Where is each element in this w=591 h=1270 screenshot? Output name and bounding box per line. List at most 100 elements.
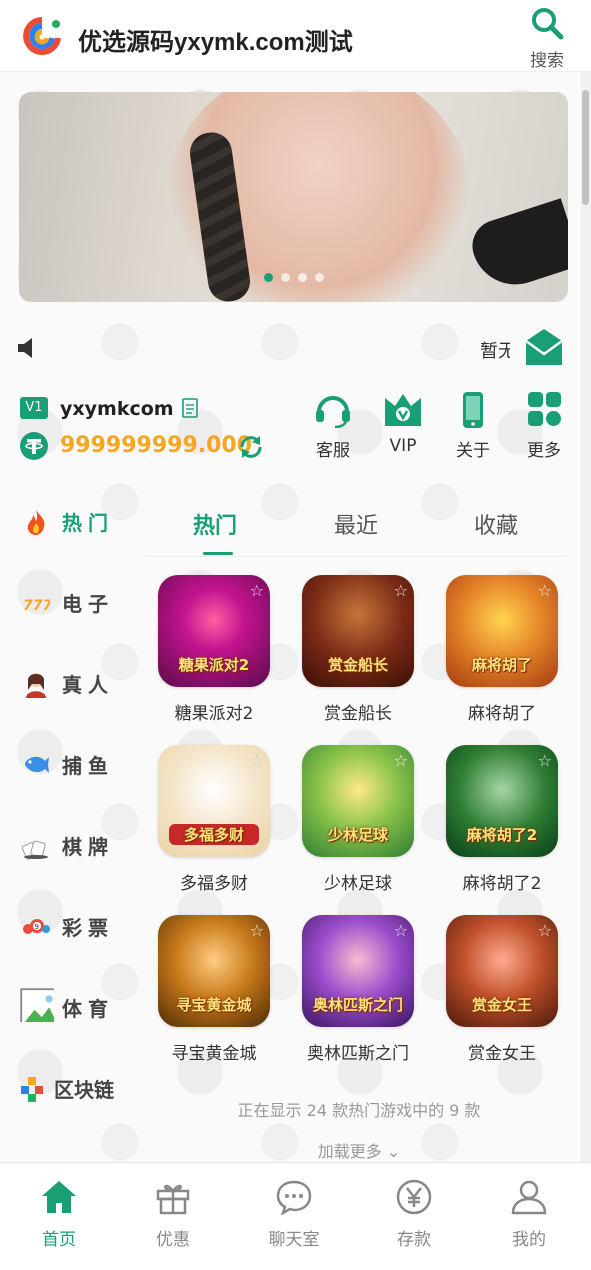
game-card[interactable]: ☆ 赏金船长 赏金船长 [298,575,418,735]
mail-icon[interactable] [524,327,564,367]
tab-divider [145,556,567,557]
search-button[interactable]: 搜索 [522,6,572,71]
category-label: 棋牌 [62,835,114,859]
game-name: 多福多财 [180,874,248,894]
favorite-star-icon[interactable]: ☆ [538,921,552,940]
slot-777-icon: 777 [23,598,50,614]
quick-link-more[interactable]: 更多 [514,392,574,461]
nav-label: 优惠 [156,1230,190,1250]
lottery-balls-icon: 9 [23,919,50,934]
quick-link-label: 客服 [316,441,350,461]
quick-link-vip[interactable]: VIP [373,392,433,456]
game-art-title: 赏金女王 [471,996,532,1014]
tether-coin-icon [20,432,48,460]
nav-label: 首页 [42,1230,76,1250]
nav-home[interactable]: 首页 [19,1179,99,1250]
nav-label: 存款 [397,1230,431,1250]
favorite-star-icon[interactable]: ☆ [538,581,552,600]
fire-icon [27,510,45,535]
refresh-icon[interactable] [238,434,264,460]
game-art-title: 赏金船长 [327,656,388,674]
game-name: 麻将胡了2 [462,874,542,894]
game-name: 赏金船长 [324,704,392,724]
search-icon [532,8,564,40]
copy-document-icon[interactable] [182,398,198,418]
notice-bar[interactable]: 暂无公告 [0,325,591,371]
tab-recent[interactable]: 最近 [334,508,378,540]
load-more-button[interactable]: 加载更多 ⌄ [0,1138,591,1162]
home-icon [42,1181,76,1213]
user-icon [511,1180,547,1215]
gift-icon [156,1184,190,1215]
cards-icon [22,840,48,860]
tab-favorites[interactable]: 收藏 [474,508,518,540]
game-icon: ☆ 奥林匹斯之门 [302,915,414,1027]
favorite-star-icon[interactable]: ☆ [538,751,552,770]
nav-label: 聊天室 [268,1230,320,1250]
game-card[interactable]: ☆ 麻将胡了2 麻将胡了2 [442,745,562,905]
headset-icon [316,396,350,429]
favorite-star-icon[interactable]: ☆ [394,921,408,940]
app-header: 优选源码yxymk.com测试 搜索 [0,0,591,72]
banner-dot[interactable] [297,273,307,282]
nav-deposit[interactable]: 存款 [374,1179,454,1250]
speaker-icon [18,338,32,358]
search-label: 搜索 [530,51,564,71]
bottom-navigation: 首页 优惠 聊天室 存款 我的 [0,1162,591,1270]
game-card[interactable]: ☆ 少林足球 少林足球 [298,745,418,905]
game-card[interactable]: ☆ 糖果派对2 糖果派对2 [154,575,274,735]
chevron-down-icon: ⌄ [386,1142,401,1161]
nav-profile[interactable]: 我的 [489,1179,569,1250]
game-card[interactable]: ☆ 麻将胡了 麻将胡了 [442,575,562,735]
nav-promotions[interactable]: 优惠 [133,1179,213,1250]
category-hot[interactable]: 热门 [20,502,130,542]
broken-image-icon [20,988,54,1022]
vip-level-badge: V1 [20,397,48,419]
game-art-title: 多福多财 [169,824,259,845]
favorite-star-icon[interactable]: ☆ [250,921,264,940]
site-title: 优选源码yxymk.com测试 [78,29,353,56]
favorite-star-icon[interactable]: ☆ [250,581,264,600]
game-card[interactable]: ☆ 多福多财 多福多财 [154,745,274,905]
dealer-icon [26,673,46,698]
quick-link-about[interactable]: 关于 [443,392,503,461]
favorite-star-icon[interactable]: ☆ [394,751,408,770]
phone-icon [463,392,483,428]
category-lottery[interactable]: 9 彩票 [20,907,130,947]
svg-text:777: 777 [23,598,50,614]
game-icon: ☆ 多福多财 [158,745,270,857]
game-name: 奥林匹斯之门 [307,1044,409,1064]
game-icon: ☆ 麻将胡了 [446,575,558,687]
game-card[interactable]: ☆ 奥林匹斯之门 奥林匹斯之门 [298,915,418,1075]
quick-link-label: 关于 [456,441,490,461]
game-icon: ☆ 麻将胡了2 [446,745,558,857]
balance-amount: 999999999.000 [60,433,253,458]
category-fishing[interactable]: 捕鱼 [20,745,130,785]
scrollbar-track[interactable] [581,72,591,1162]
svg-text:9: 9 [35,923,39,931]
quick-link-support[interactable]: 客服 [303,392,363,461]
game-icon: ☆ 糖果派对2 [158,575,270,687]
category-label: 体育 [62,997,114,1021]
game-art-title: 糖果派对2 [178,656,250,674]
favorite-star-icon[interactable]: ☆ [394,581,408,600]
category-sports[interactable]: 体育 [20,988,130,1028]
banner-dot[interactable] [280,273,290,282]
category-label: 捕鱼 [62,754,114,778]
category-electronic[interactable]: 777 电子 [20,583,130,623]
banner-dot[interactable] [314,273,324,282]
nav-chatroom[interactable]: 聊天室 [254,1179,334,1250]
banner-dot[interactable] [263,273,273,282]
promo-banner[interactable] [19,92,568,302]
nav-label: 我的 [512,1230,546,1250]
game-art-title: 奥林匹斯之门 [312,996,403,1014]
favorite-star-icon[interactable]: ☆ [250,751,264,770]
game-name: 少林足球 [324,874,392,894]
game-card[interactable]: ☆ 寻宝黄金城 寻宝黄金城 [154,915,274,1075]
category-cards[interactable]: 棋牌 [20,826,130,866]
tab-hot[interactable]: 热门 [193,508,237,540]
game-card[interactable]: ☆ 赏金女王 赏金女王 [442,915,562,1075]
game-art-title: 麻将胡了 [471,656,532,674]
scrollbar-thumb[interactable] [582,90,589,205]
category-live[interactable]: 真人 [20,664,130,704]
